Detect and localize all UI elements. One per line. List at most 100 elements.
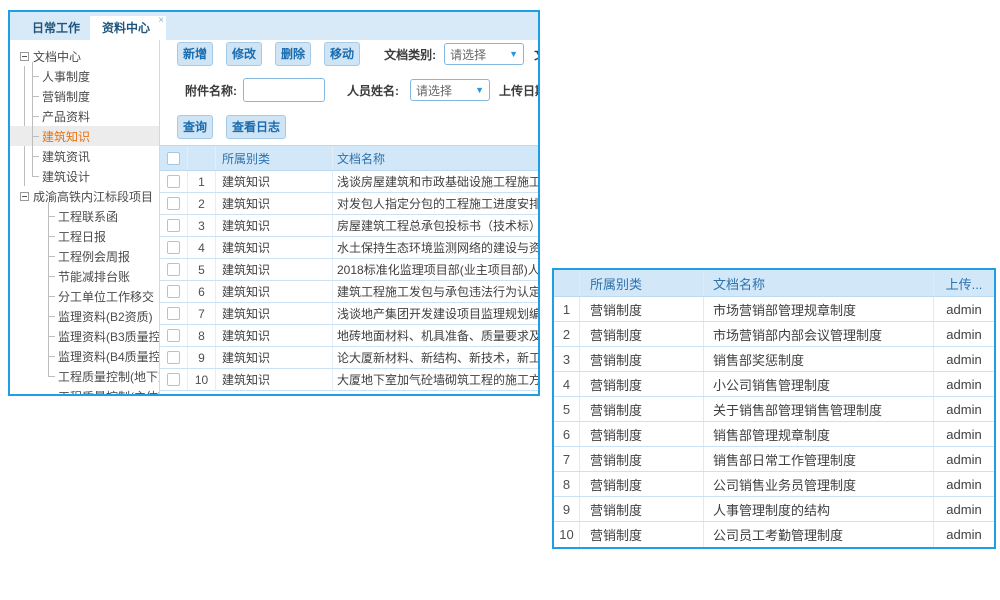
table-row[interactable]: 7建筑知识浅谈地产集团开发建设项目监理规划编... bbox=[160, 303, 538, 325]
sidebar-item[interactable]: 监理资料(B2资质) bbox=[10, 306, 159, 326]
sidebar-item-label: 工程质量控制(地下室) bbox=[58, 368, 160, 385]
table-row[interactable]: 4建筑知识水土保持生态环境监测网络的建设与资... bbox=[160, 237, 538, 259]
sidebar-item[interactable]: 营销制度 bbox=[10, 86, 159, 106]
row-category: 营销制度 bbox=[580, 472, 704, 496]
row-doc-name: 浅谈房屋建筑和市政基础设施工程施工... bbox=[333, 171, 538, 192]
row-doc-name: 小公司销售管理制度 bbox=[704, 372, 934, 396]
sidebar-item[interactable]: 分工单位工作移交 bbox=[10, 286, 159, 306]
row-number: 5 bbox=[554, 397, 580, 421]
row-checkbox[interactable] bbox=[167, 197, 180, 210]
sidebar-item-label: 工程联系函 bbox=[58, 208, 118, 225]
sidebar-item[interactable]: 产品资料 bbox=[10, 106, 159, 126]
sidebar-item[interactable]: 人事制度 bbox=[10, 66, 159, 86]
doc-category-select[interactable]: 请选择 ▼ bbox=[444, 43, 524, 65]
table-row[interactable]: 3营销制度销售部奖惩制度admin bbox=[554, 347, 994, 372]
row-checkbox[interactable] bbox=[167, 329, 180, 342]
tree-connector bbox=[32, 136, 39, 137]
table-row[interactable]: 9建筑知识论大厦新材料、新结构、新技术，新工... bbox=[160, 347, 538, 369]
row-number: 1 bbox=[188, 171, 216, 192]
table-row[interactable]: 7营销制度销售部日常工作管理制度admin bbox=[554, 447, 994, 472]
view-log-button[interactable]: 查看日志 bbox=[226, 115, 286, 139]
row-checkbox[interactable] bbox=[167, 219, 180, 232]
sidebar-item[interactable]: 建筑设计 bbox=[10, 166, 159, 186]
toolbar-row-2: 附件名称: 人员姓名: 请选择 ▼ 上传日期 bbox=[160, 77, 538, 103]
query-button[interactable]: 查询 bbox=[177, 115, 213, 139]
toolbar-row-3: 查询 查看日志 bbox=[160, 115, 538, 139]
table-row[interactable]: 10营销制度公司员工考勤管理制度admin bbox=[554, 522, 994, 547]
row-category: 建筑知识 bbox=[216, 281, 333, 302]
table-row[interactable]: 8建筑知识地砖地面材料、机具准备、质量要求及... bbox=[160, 325, 538, 347]
row-number: 4 bbox=[554, 372, 580, 396]
table-row[interactable]: 1营销制度市场营销部管理规章制度admin bbox=[554, 297, 994, 322]
table-row[interactable]: 3建筑知识房屋建筑工程总承包投标书（技术标）... bbox=[160, 215, 538, 237]
sidebar-item-label: 建筑知识 bbox=[42, 128, 90, 145]
table-row[interactable]: 10建筑知识大厦地下室加气砼墙砌筑工程的施工方... bbox=[160, 369, 538, 391]
sidebar-item[interactable]: 节能减排台账 bbox=[10, 266, 159, 286]
sidebar-item[interactable]: 监理资料(B3质量控制) bbox=[10, 326, 159, 346]
checkbox-cell bbox=[160, 325, 188, 346]
modify-button[interactable]: 修改 bbox=[226, 42, 262, 66]
add-button[interactable]: 新增 bbox=[177, 42, 213, 66]
tree-connector bbox=[48, 236, 55, 237]
table-row[interactable]: 2营销制度市场营销部内部会议管理制度admin bbox=[554, 322, 994, 347]
tree-connector bbox=[32, 176, 39, 177]
tab-data-center[interactable]: 资料中心 × bbox=[90, 16, 166, 40]
sidebar-item[interactable]: 工程质量控制(主体) bbox=[10, 386, 159, 394]
documents-table: 所属别类 文档名称 1建筑知识浅谈房屋建筑和市政基础设施工程施工...2建筑知识… bbox=[160, 145, 538, 391]
marketing-documents-table: 所属别类 文档名称 上传... 1营销制度市场营销部管理规章制度admin2营销… bbox=[552, 268, 996, 549]
tree-connector bbox=[32, 96, 39, 97]
sidebar-item-label: 工程例会周报 bbox=[58, 248, 130, 265]
select-all-checkbox[interactable] bbox=[167, 152, 180, 165]
row-doc-name: 销售部奖惩制度 bbox=[704, 347, 934, 371]
delete-button[interactable]: 删除 bbox=[275, 42, 311, 66]
row-checkbox[interactable] bbox=[167, 175, 180, 188]
sidebar-item[interactable]: 建筑资讯 bbox=[10, 146, 159, 166]
table-row[interactable]: 6建筑知识建筑工程施工发包与承包违法行为认定... bbox=[160, 281, 538, 303]
table-row[interactable]: 4营销制度小公司销售管理制度admin bbox=[554, 372, 994, 397]
row-uploader: admin bbox=[934, 397, 994, 421]
sidebar-item[interactable]: 工程日报 bbox=[10, 226, 159, 246]
sidebar-item[interactable]: 工程联系函 bbox=[10, 206, 159, 226]
table-row[interactable]: 5建筑知识2018标准化监理项目部(业主项目部)人员... bbox=[160, 259, 538, 281]
checkbox-cell bbox=[160, 303, 188, 324]
table-row[interactable]: 6营销制度销售部管理规章制度admin bbox=[554, 422, 994, 447]
row-category: 建筑知识 bbox=[216, 325, 333, 346]
attachment-name-input[interactable] bbox=[243, 78, 325, 102]
tree-group-root[interactable]: 成渝高铁内江标段项目 bbox=[10, 186, 159, 206]
person-name-select[interactable]: 请选择 ▼ bbox=[410, 79, 490, 101]
row-doc-name: 水土保持生态环境监测网络的建设与资... bbox=[333, 237, 538, 258]
sidebar-item[interactable]: 工程质量控制(地下室) bbox=[10, 366, 159, 386]
collapse-icon[interactable] bbox=[20, 192, 29, 201]
checkbox-cell bbox=[160, 171, 188, 192]
tree-root-label: 文档中心 bbox=[33, 48, 81, 65]
row-checkbox[interactable] bbox=[167, 307, 180, 320]
uploader-header-cell: 上传... bbox=[934, 270, 994, 296]
sidebar-item[interactable]: 监理资料(B4质量控制) bbox=[10, 346, 159, 366]
tab-daily-work[interactable]: 日常工作 bbox=[22, 16, 90, 40]
row-checkbox[interactable] bbox=[167, 373, 180, 386]
row-checkbox[interactable] bbox=[167, 241, 180, 254]
row-category: 建筑知识 bbox=[216, 193, 333, 214]
move-button[interactable]: 移动 bbox=[324, 42, 360, 66]
marketing-table-body: 1营销制度市场营销部管理规章制度admin2营销制度市场营销部内部会议管理制度a… bbox=[554, 297, 994, 547]
person-name-label: 人员姓名: bbox=[347, 82, 399, 99]
row-checkbox[interactable] bbox=[167, 263, 180, 276]
table-row[interactable]: 9营销制度人事管理制度的结构admin bbox=[554, 497, 994, 522]
toolbar-row-1: 新增 修改 删除 移动 文档类别: 请选择 ▼ 文档 bbox=[160, 42, 538, 66]
collapse-icon[interactable] bbox=[20, 52, 29, 61]
row-uploader: admin bbox=[934, 447, 994, 471]
sidebar-item-label: 产品资料 bbox=[42, 108, 90, 125]
sidebar-item[interactable]: 工程例会周报 bbox=[10, 246, 159, 266]
row-checkbox[interactable] bbox=[167, 351, 180, 364]
close-icon[interactable]: × bbox=[158, 16, 164, 26]
checkbox-cell bbox=[160, 215, 188, 236]
row-checkbox[interactable] bbox=[167, 285, 180, 298]
table-row[interactable]: 1建筑知识浅谈房屋建筑和市政基础设施工程施工... bbox=[160, 171, 538, 193]
doc-category-select-value: 请选择 bbox=[450, 46, 509, 63]
sidebar-item-label: 节能减排台账 bbox=[58, 268, 130, 285]
table-row[interactable]: 5营销制度关于销售部管理销售管理制度admin bbox=[554, 397, 994, 422]
sidebar-item[interactable]: 建筑知识 bbox=[10, 126, 159, 146]
row-category: 建筑知识 bbox=[216, 369, 333, 390]
table-row[interactable]: 2建筑知识对发包人指定分包的工程施工进度安排... bbox=[160, 193, 538, 215]
table-row[interactable]: 8营销制度公司销售业务员管理制度admin bbox=[554, 472, 994, 497]
